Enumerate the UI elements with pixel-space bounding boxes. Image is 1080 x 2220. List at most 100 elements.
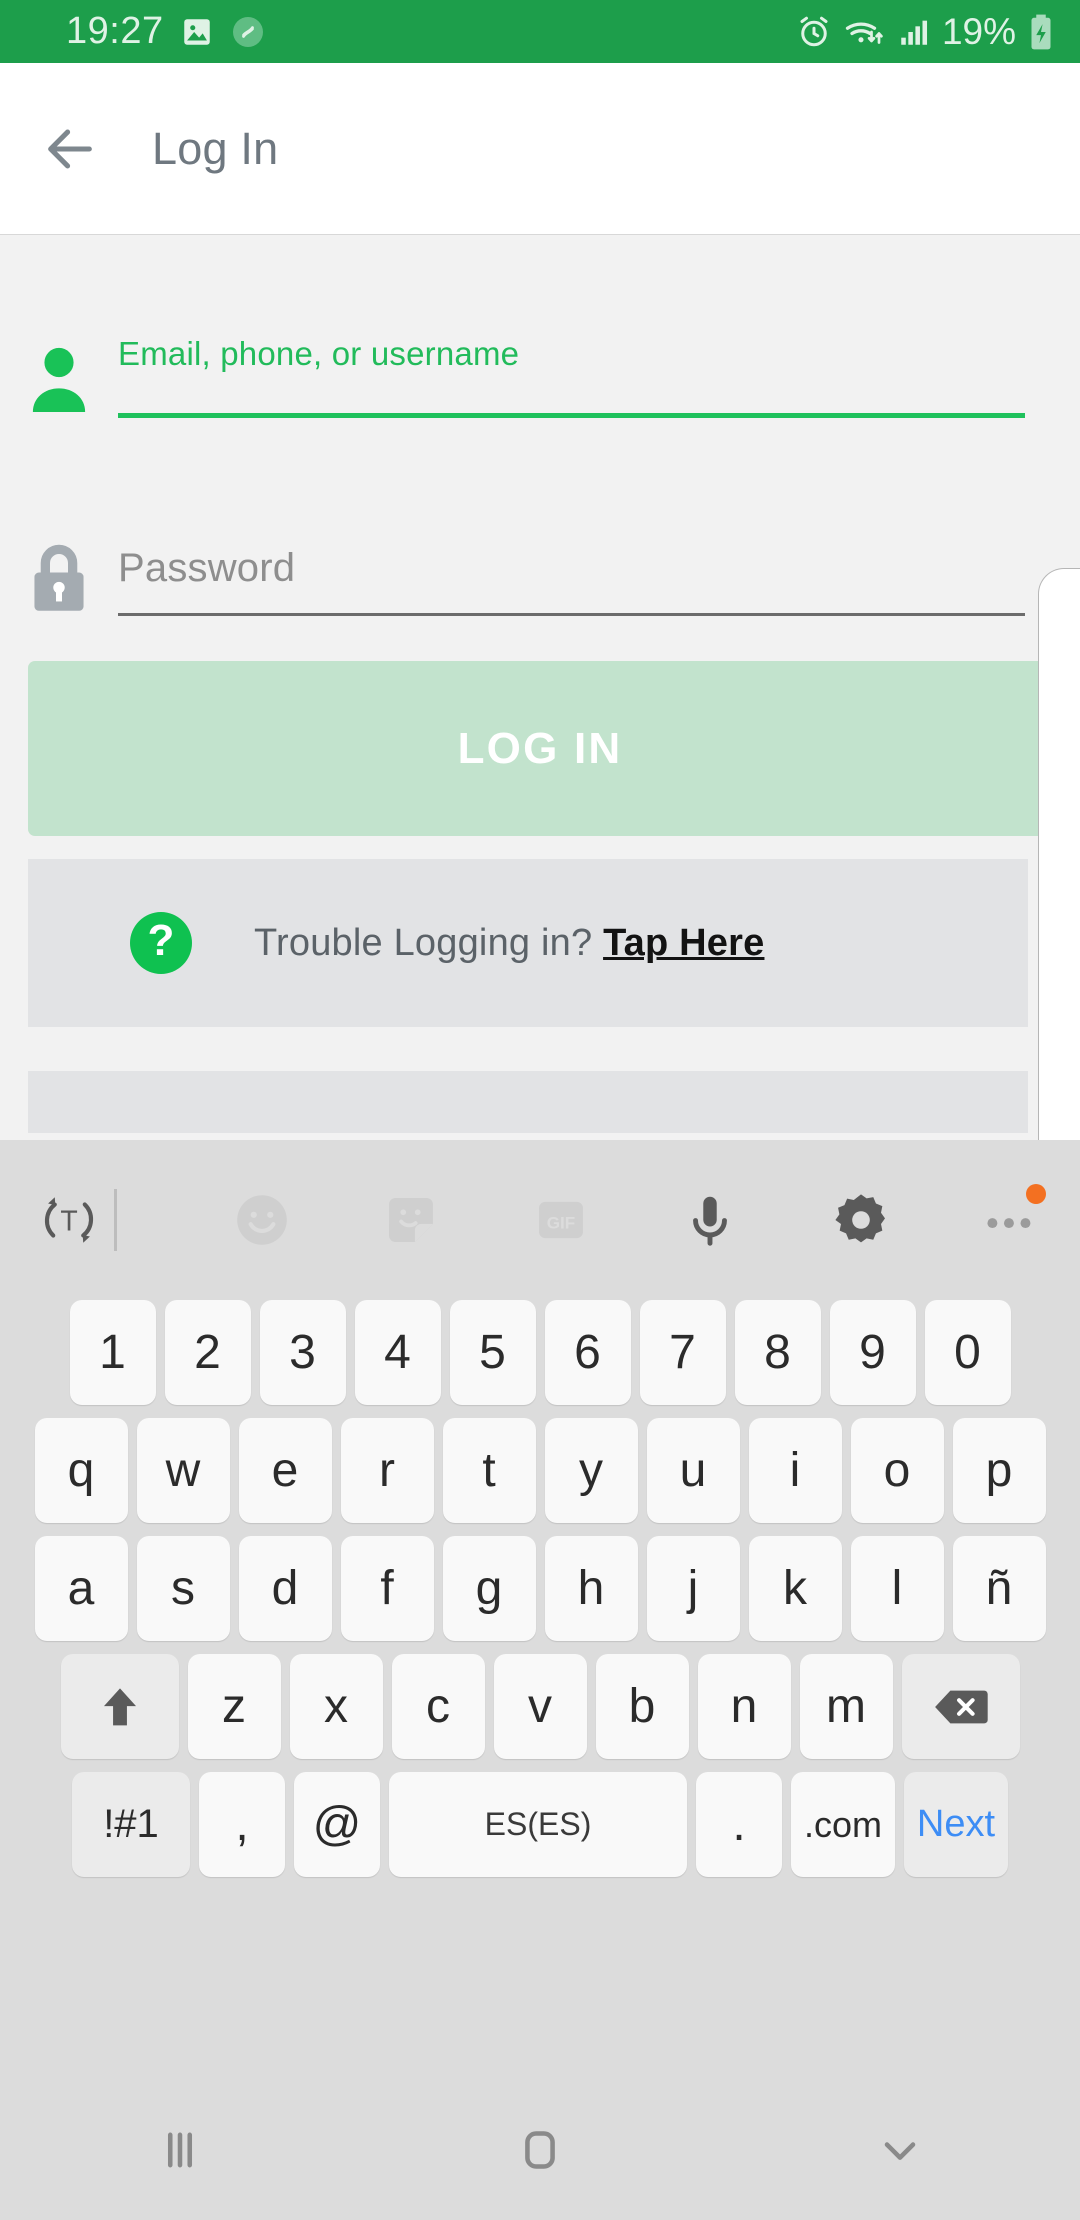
battery-percent-label: 19% [941, 10, 1016, 52]
username-input-wrap[interactable]: Email, phone, or username [118, 258, 1080, 418]
more-options-icon[interactable] [980, 1184, 1046, 1240]
key-1[interactable]: 1 [69, 1300, 156, 1405]
home-button[interactable] [440, 2080, 640, 2220]
key-u[interactable]: u [646, 1418, 740, 1523]
key-0[interactable]: 0 [924, 1300, 1011, 1405]
alarm-icon [796, 14, 832, 50]
keyboard-row-function: !#1 , @ ES(ES) . .com Next [0, 1772, 1080, 1877]
key-g[interactable]: g [442, 1536, 536, 1641]
next-card-peek [28, 1071, 1028, 1133]
key-p[interactable]: p [952, 1418, 1046, 1523]
back-arrow-icon [41, 120, 99, 178]
key-7[interactable]: 7 [639, 1300, 726, 1405]
app-bar: Log In [0, 63, 1080, 235]
username-label: Email, phone, or username [118, 335, 520, 372]
sticker-icon[interactable] [380, 1189, 442, 1251]
key-5[interactable]: 5 [449, 1300, 536, 1405]
shift-key[interactable] [60, 1654, 179, 1759]
period-key[interactable]: . [696, 1772, 782, 1877]
key-l[interactable]: l [850, 1536, 944, 1641]
password-placeholder: Password [118, 546, 296, 590]
key-w[interactable]: w [136, 1418, 230, 1523]
key-t[interactable]: t [442, 1418, 536, 1523]
key-a[interactable]: a [34, 1536, 128, 1641]
translate-icon[interactable]: T [38, 1189, 100, 1251]
login-form-area: Email, phone, or username Password LOG I… [0, 236, 1080, 1140]
hide-keyboard-button[interactable] [800, 2080, 1000, 2220]
key-f[interactable]: f [340, 1536, 434, 1641]
key-2[interactable]: 2 [164, 1300, 251, 1405]
keyboard-row-numbers: 1 2 3 4 5 6 7 8 9 0 [0, 1300, 1080, 1405]
recents-button[interactable] [80, 2080, 280, 2220]
keyboard-row-bottom: z x c v b n m [0, 1654, 1080, 1759]
question-mark-icon: ? [130, 912, 192, 974]
key-i[interactable]: i [748, 1418, 842, 1523]
microphone-icon[interactable] [679, 1189, 741, 1251]
key-v[interactable]: v [493, 1654, 587, 1759]
password-field-row: Password [0, 456, 1080, 616]
emoji-icon[interactable] [231, 1189, 293, 1251]
key-y[interactable]: y [544, 1418, 638, 1523]
on-screen-keyboard: T GIF 1 2 3 4 5 6 7 8 9 0 q w e r t y u … [0, 1140, 1080, 2080]
backspace-icon [932, 1685, 990, 1729]
page-title: Log In [152, 122, 279, 174]
comma-key[interactable]: , [199, 1772, 285, 1877]
back-button[interactable] [10, 120, 130, 178]
keyboard-row-top: q w e r t y u i o p [0, 1418, 1080, 1523]
key-q[interactable]: q [34, 1418, 128, 1523]
settings-gear-icon[interactable] [829, 1188, 893, 1252]
at-key[interactable]: @ [294, 1772, 380, 1877]
password-input-wrap[interactable]: Password [118, 456, 1080, 616]
backspace-key[interactable] [901, 1654, 1020, 1759]
key-8[interactable]: 8 [734, 1300, 821, 1405]
status-bar: 19:27 19% [0, 0, 1080, 63]
tap-here-link[interactable]: Tap Here [603, 922, 764, 964]
gif-icon[interactable]: GIF [530, 1189, 592, 1251]
toolbar-divider [114, 1189, 117, 1251]
key-m[interactable]: m [799, 1654, 893, 1759]
hide-keyboard-chevron-icon [874, 2124, 926, 2176]
recents-icon [154, 2124, 206, 2176]
key-9[interactable]: 9 [829, 1300, 916, 1405]
gallery-icon [180, 15, 214, 49]
key-j[interactable]: j [646, 1536, 740, 1641]
key-c[interactable]: c [391, 1654, 485, 1759]
key-3[interactable]: 3 [259, 1300, 346, 1405]
space-key[interactable]: ES(ES) [389, 1772, 687, 1877]
lock-icon [0, 456, 118, 616]
log-in-button[interactable]: LOG IN [28, 661, 1052, 836]
phone-screen: 19:27 19% Log In Email, phone, or userna… [0, 0, 1080, 2220]
status-bar-right: 19% [796, 11, 1056, 53]
keyboard-row-home: a s d f g h j k l ñ [0, 1536, 1080, 1641]
key-s[interactable]: s [136, 1536, 230, 1641]
key-b[interactable]: b [595, 1654, 689, 1759]
wifi-icon [842, 14, 886, 50]
trouble-logging-in-card[interactable]: ? Trouble Logging in? Tap Here [28, 859, 1028, 1027]
key-d[interactable]: d [238, 1536, 332, 1641]
username-field-row: Email, phone, or username [0, 258, 1080, 418]
key-h[interactable]: h [544, 1536, 638, 1641]
trouble-text-label: Trouble Logging in? [254, 921, 604, 964]
key-z[interactable]: z [187, 1654, 281, 1759]
notification-dot [1026, 1184, 1046, 1204]
key-n[interactable]: n [697, 1654, 791, 1759]
key-k[interactable]: k [748, 1536, 842, 1641]
svg-text:T: T [60, 1205, 77, 1237]
key-e[interactable]: e [238, 1418, 332, 1523]
next-key[interactable]: Next [904, 1772, 1008, 1877]
system-navigation-bar [0, 2080, 1080, 2220]
person-icon [0, 258, 118, 418]
key-o[interactable]: o [850, 1418, 944, 1523]
symbols-key[interactable]: !#1 [72, 1772, 190, 1877]
battery-charging-icon [1026, 13, 1056, 51]
dotcom-key[interactable]: .com [791, 1772, 895, 1877]
trouble-logging-in-text: Trouble Logging in? Tap Here [254, 922, 764, 965]
key-4[interactable]: 4 [354, 1300, 441, 1405]
overlay-sheet-edge [1038, 568, 1080, 1140]
key-6[interactable]: 6 [544, 1300, 631, 1405]
key-r[interactable]: r [340, 1418, 434, 1523]
shift-icon [94, 1681, 146, 1733]
key-x[interactable]: x [289, 1654, 383, 1759]
cellular-signal-icon [896, 15, 932, 49]
key-enye[interactable]: ñ [952, 1536, 1046, 1641]
